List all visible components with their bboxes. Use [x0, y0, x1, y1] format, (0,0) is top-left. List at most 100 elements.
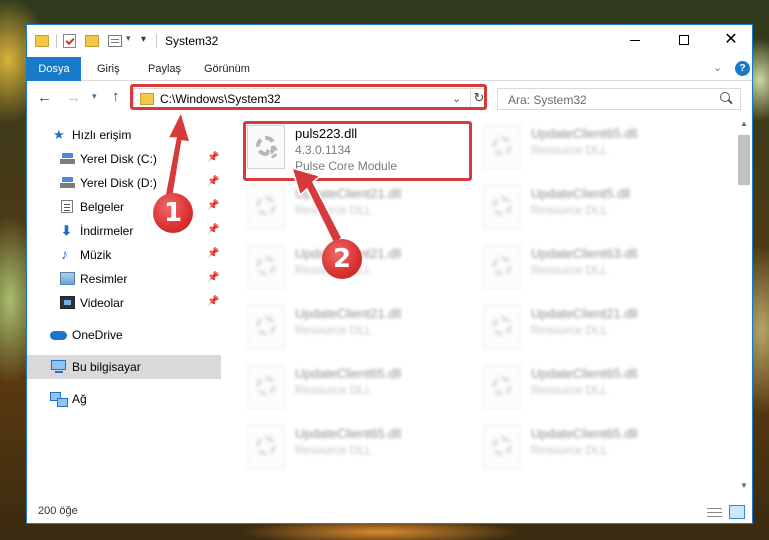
- sidebar-item-label: OneDrive: [72, 328, 123, 342]
- star-icon: ★: [53, 127, 65, 142]
- file-name: UpdateClient65.dll: [531, 366, 638, 381]
- tab-file[interactable]: Dosya: [27, 57, 81, 81]
- folder-icon[interactable]: [35, 35, 49, 47]
- videos-icon: [60, 296, 75, 309]
- search-icon[interactable]: [720, 92, 730, 102]
- pin-icon[interactable]: 📌: [207, 248, 219, 259]
- network-icon: [50, 392, 68, 407]
- sidebar-item-pictures[interactable]: Resimler 📌: [27, 267, 221, 291]
- sidebar-item-videos[interactable]: Videolar 📌: [27, 291, 221, 315]
- new-folder-icon[interactable]: [85, 35, 99, 47]
- file-item[interactable]: UpdateClient21.dll Resource DLL: [223, 301, 453, 357]
- sidebar-item-label: Hızlı erişim: [72, 128, 132, 142]
- dll-file-icon: [247, 185, 285, 229]
- search-input[interactable]: Ara: System32: [497, 88, 741, 110]
- sidebar-item-label: Müzik: [80, 248, 112, 262]
- close-icon: ✕: [724, 31, 738, 48]
- pin-icon[interactable]: 📌: [207, 224, 219, 235]
- file-item[interactable]: UpdateClient21.dll Resource DLL: [223, 181, 453, 237]
- pin-icon[interactable]: 📌: [207, 176, 219, 187]
- file-item[interactable]: UpdateClient63.dll Resource DLL: [459, 241, 689, 297]
- disk-icon: [60, 176, 75, 189]
- up-arrow-icon[interactable]: ↑: [112, 88, 120, 105]
- sidebar-item-network[interactable]: Ağ: [27, 387, 221, 411]
- file-item[interactable]: UpdateClient65.dll Resource DLL: [459, 361, 689, 417]
- properties-icon[interactable]: [63, 34, 76, 48]
- divider: [156, 34, 157, 48]
- cloud-icon: [50, 331, 67, 340]
- sidebar-item-downloads[interactable]: ⬇ İndirmeler 📌: [27, 219, 221, 243]
- vertical-scrollbar[interactable]: ▲ ▼: [736, 117, 752, 495]
- search-placeholder: Ara: System32: [508, 93, 587, 107]
- file-name: UpdateClient65.dll: [295, 366, 402, 381]
- navigation-pane: ★ Hızlı erişim Yerel Disk (C:) 📌 Yerel D…: [27, 117, 221, 497]
- minimize-icon: [630, 39, 640, 41]
- file-name: UpdateClient65.dll: [531, 426, 638, 441]
- pin-icon[interactable]: 📌: [207, 200, 219, 211]
- sidebar-item-label: Videolar: [80, 296, 124, 310]
- view-icon[interactable]: [108, 35, 122, 47]
- file-type: Resource DLL: [531, 263, 608, 277]
- file-item[interactable]: UpdateClient5.dll Resource DLL: [459, 181, 689, 237]
- sidebar-item-quick-access[interactable]: ★ Hızlı erişim: [27, 123, 221, 147]
- pin-icon[interactable]: 📌: [207, 272, 219, 283]
- file-type: Resource DLL: [295, 203, 372, 217]
- back-arrow-icon[interactable]: ←: [37, 89, 52, 106]
- file-name: UpdateClient65.dll: [295, 426, 402, 441]
- file-name: UpdateClient21.dll: [295, 306, 402, 321]
- file-highlight-box: [243, 121, 472, 181]
- dll-file-icon: [247, 425, 285, 469]
- tab-view[interactable]: Görünüm: [194, 57, 260, 81]
- scroll-thumb[interactable]: [738, 135, 750, 185]
- file-item[interactable]: UpdateClient65.dll Resource DLL: [223, 361, 453, 417]
- sidebar-item-this-pc[interactable]: Bu bilgisayar: [27, 355, 221, 379]
- dll-file-icon: [483, 125, 521, 169]
- pin-icon[interactable]: 📌: [207, 296, 219, 307]
- window-title: System32: [165, 34, 219, 48]
- dll-file-icon: [483, 425, 521, 469]
- pictures-icon: [60, 272, 75, 285]
- file-name: UpdateClient21.dll: [295, 186, 402, 201]
- details-view-icon[interactable]: [707, 506, 722, 518]
- sidebar-item-label: Bu bilgisayar: [72, 360, 141, 374]
- file-type: Resource DLL: [531, 143, 608, 157]
- file-name: UpdateClient5.dll: [531, 186, 631, 201]
- documents-icon: [61, 200, 73, 213]
- scroll-down-icon[interactable]: ▼: [740, 481, 748, 490]
- title-bar: ▾ ▾ System32 ✕: [27, 25, 752, 57]
- file-type: Resource DLL: [531, 203, 608, 217]
- close-button[interactable]: ✕: [708, 25, 754, 55]
- file-name: UpdateClient21.dll: [531, 306, 638, 321]
- dll-file-icon: [483, 365, 521, 409]
- file-type: Resource DLL: [531, 443, 608, 457]
- dll-file-icon: [247, 305, 285, 349]
- dll-file-icon: [483, 185, 521, 229]
- forward-arrow-icon[interactable]: →: [66, 89, 81, 106]
- file-item[interactable]: UpdateClient21.dll Resource DLL: [459, 301, 689, 357]
- file-item[interactable]: UpdateClient65.dll Resource DLL: [459, 421, 689, 477]
- sidebar-item-onedrive[interactable]: OneDrive: [27, 323, 221, 347]
- file-item[interactable]: UpdateClient65.dll Resource DLL: [459, 121, 689, 177]
- file-name: UpdateClient65.dll: [531, 126, 638, 141]
- tab-share[interactable]: Paylaş: [138, 57, 191, 81]
- maximize-button[interactable]: [661, 25, 707, 55]
- file-item[interactable]: UpdateClient65.dll Resource DLL: [223, 421, 453, 477]
- chevron-down-icon[interactable]: ▾: [126, 33, 131, 49]
- file-name: UpdateClient63.dll: [531, 246, 638, 261]
- step-marker-1: 1: [153, 193, 193, 233]
- pin-icon[interactable]: 📌: [207, 152, 219, 163]
- tab-home[interactable]: Giriş: [87, 57, 130, 81]
- minimize-button[interactable]: [612, 25, 658, 55]
- customize-toolbar-icon[interactable]: ▾: [141, 34, 146, 50]
- file-type: Resource DLL: [295, 323, 372, 337]
- sidebar-item-label: Ağ: [72, 392, 87, 406]
- scroll-up-icon[interactable]: ▲: [740, 119, 748, 128]
- recent-locations-icon[interactable]: ▾: [92, 91, 97, 102]
- tiles-view-icon[interactable]: [729, 505, 745, 519]
- item-count: 200 öğe: [38, 505, 78, 517]
- help-icon[interactable]: ?: [735, 61, 750, 76]
- expand-ribbon-icon[interactable]: ⌄: [713, 61, 722, 74]
- sidebar-item-disk-c[interactable]: Yerel Disk (C:) 📌: [27, 147, 221, 171]
- sidebar-item-music[interactable]: ♪ Müzik 📌: [27, 243, 221, 267]
- sidebar-item-disk-d[interactable]: Yerel Disk (D:) 📌: [27, 171, 221, 195]
